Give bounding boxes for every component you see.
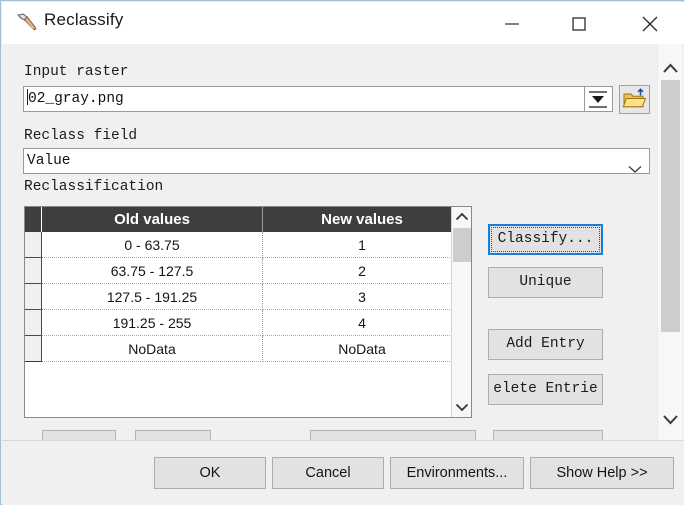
cell-new-value[interactable]: 2: [262, 257, 462, 284]
input-raster-value: 02_gray.png: [28, 91, 124, 107]
reclassify-dialog: Reclassify Input raster 02_gray.png Recl…: [0, 0, 684, 505]
unique-button[interactable]: Unique: [488, 267, 603, 298]
clipped-button-3[interactable]: [310, 430, 476, 440]
reclassification-label: Reclassification: [24, 179, 164, 195]
clipped-button-2[interactable]: [135, 430, 211, 440]
dialog-content: Input raster 02_gray.png Reclass field V…: [2, 44, 684, 440]
reclass-table: Old values New values 0 - 63.75 1 63.75 - …: [25, 207, 462, 362]
add-entry-button-label: Add Entry: [506, 336, 585, 352]
row-selector-cell[interactable]: [25, 283, 42, 310]
close-icon[interactable]: [627, 3, 673, 44]
cell-new-value[interactable]: 3: [262, 283, 462, 310]
dialog-footer: OK Cancel Environments... Show Help >>: [2, 440, 684, 505]
reclass-field-combobox[interactable]: Value: [23, 148, 650, 174]
maximize-icon[interactable]: [556, 3, 602, 44]
hammer-tool-icon: [14, 11, 40, 37]
column-header-old-values[interactable]: Old values: [41, 207, 263, 232]
table-scroll-up-chevron-up-icon[interactable]: [452, 207, 472, 227]
table-row[interactable]: 191.25 - 255 4: [25, 309, 462, 336]
row-selector-cell[interactable]: [25, 232, 42, 258]
cell-new-value[interactable]: 1: [262, 232, 462, 258]
input-raster-browse-button[interactable]: [619, 85, 650, 114]
table-row[interactable]: 0 - 63.75 1: [25, 232, 462, 258]
cell-new-value[interactable]: NoData: [262, 335, 462, 362]
delete-entries-button[interactable]: elete Entrie: [488, 374, 603, 405]
clipped-button-4[interactable]: [493, 430, 603, 440]
main-scrollbar[interactable]: [657, 44, 682, 440]
show-help-button[interactable]: Show Help >>: [530, 457, 674, 489]
main-scroll-down-chevron-down-icon[interactable]: [658, 406, 683, 432]
table-scrollbar-thumb[interactable]: [453, 228, 471, 262]
ok-button[interactable]: OK: [154, 457, 266, 489]
add-entry-button[interactable]: Add Entry: [488, 329, 603, 360]
table-header-row: Old values New values: [25, 207, 462, 232]
main-scroll-up-chevron-up-icon[interactable]: [658, 56, 683, 82]
minimize-icon[interactable]: [489, 3, 535, 44]
input-raster-dropdown-arrow-icon[interactable]: [585, 86, 613, 112]
reclass-field-label: Reclass field: [24, 128, 138, 144]
table-row[interactable]: 63.75 - 127.5 2: [25, 257, 462, 284]
reclass-field-value: Value: [27, 153, 71, 169]
classify-button-label: Classify...: [497, 231, 594, 247]
environments-button[interactable]: Environments...: [390, 457, 524, 489]
cell-new-value[interactable]: 4: [262, 309, 462, 336]
main-scrollbar-thumb[interactable]: [661, 80, 680, 332]
unique-button-label: Unique: [519, 274, 572, 290]
delete-entries-button-label: elete Entrie: [493, 381, 598, 397]
title-bar: Reclassify: [2, 2, 684, 45]
table-scrollbar[interactable]: [451, 207, 471, 417]
folder-open-icon: [622, 88, 647, 108]
clipped-button-1[interactable]: [42, 430, 116, 440]
table-row[interactable]: 127.5 - 191.25 3: [25, 283, 462, 310]
cancel-button[interactable]: Cancel: [272, 457, 384, 489]
input-raster-label: Input raster: [24, 64, 129, 80]
cell-old-value[interactable]: 191.25 - 255: [41, 309, 263, 336]
cell-old-value[interactable]: 127.5 - 191.25: [41, 283, 263, 310]
table-body: 0 - 63.75 1 63.75 - 127.5 2 127.5 - 191.25 3 1…: [25, 232, 462, 362]
row-selector-cell[interactable]: [25, 257, 42, 284]
table-row[interactable]: NoData NoData: [25, 335, 462, 362]
row-selector-cell[interactable]: [25, 309, 42, 336]
window-title: Reclassify: [44, 10, 124, 29]
table-scroll-down-chevron-down-icon[interactable]: [452, 397, 472, 417]
cell-old-value[interactable]: NoData: [41, 335, 263, 362]
cell-old-value[interactable]: 0 - 63.75: [41, 232, 263, 258]
classify-button[interactable]: Classify...: [488, 224, 603, 255]
reclass-field-chevron-down-icon[interactable]: [628, 161, 642, 173]
row-selector-cell[interactable]: [25, 335, 42, 362]
input-raster-field[interactable]: 02_gray.png: [23, 86, 585, 112]
row-selector-header: [25, 207, 42, 232]
cell-old-value[interactable]: 63.75 - 127.5: [41, 257, 263, 284]
reclassification-table: Old values New values 0 - 63.75 1 63.75 - …: [24, 206, 472, 418]
column-header-new-values[interactable]: New values: [262, 207, 462, 232]
